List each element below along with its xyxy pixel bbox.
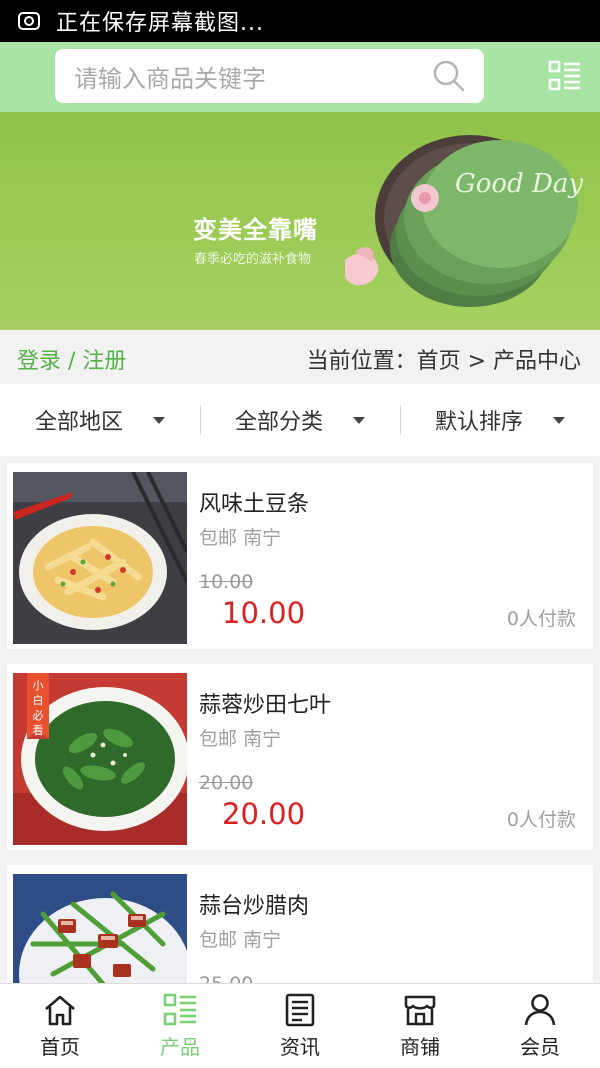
caret-down-icon: [553, 416, 565, 424]
tab-news-label: 资讯: [280, 1035, 320, 1059]
badge-char-4: 看: [33, 723, 44, 737]
tab-stores-label: 商铺: [400, 1035, 440, 1059]
product-meta: 包邮 南宁: [199, 929, 282, 951]
product-name[interactable]: 蒜台炒腊肉: [199, 888, 309, 920]
filter-category-label: 全部分类: [234, 410, 323, 435]
product-card[interactable]: 风味土豆条 包邮 南宁 10.00 10.00 0人付款: [7, 463, 593, 649]
location-bar: 登录 / 注册 当前位置：首页 > 产品中心: [0, 330, 600, 384]
tab-news[interactable]: 资讯: [240, 984, 360, 1068]
product-paid-count: 0人付款: [506, 809, 576, 831]
user-icon: [524, 994, 556, 1026]
banner-art-text: Good Day: [455, 169, 583, 199]
status-text: 正在保存屏幕截图...: [56, 11, 264, 36]
filter-region-label: 全部地区: [34, 410, 123, 435]
status-bar: 正在保存屏幕截图...: [0, 0, 600, 42]
product-price: 10.00: [222, 596, 306, 630]
filter-sort[interactable]: 默认排序: [400, 384, 600, 456]
login-register-link[interactable]: 登录 / 注册: [17, 343, 126, 375]
product-image: 小 白 必 看: [13, 673, 187, 845]
search-icon[interactable]: [432, 59, 466, 93]
grid-list-icon: [163, 993, 196, 1026]
banner-subtitle: 春季必吃的滋补食物: [194, 252, 312, 267]
product-paid-count: 0人付款: [506, 608, 576, 630]
product-name[interactable]: 蒜蓉炒田七叶: [199, 687, 331, 719]
filter-region[interactable]: 全部地区: [0, 384, 200, 456]
badge-char-1: 小: [33, 679, 44, 692]
store-icon: [404, 995, 436, 1026]
tab-products-label: 产品: [160, 1035, 200, 1059]
caret-down-icon: [353, 416, 365, 424]
badge-char-2: 白: [33, 693, 44, 707]
product-meta: 包邮 南宁: [199, 527, 282, 549]
product-card[interactable]: 小 白 必 看 蒜蓉炒田七叶 包邮 南宁 20.00 20.00 0人付款: [7, 664, 593, 850]
search-box[interactable]: 请输入商品关键字: [55, 49, 484, 103]
app-header: 请输入商品关键字: [0, 42, 600, 112]
tab-products[interactable]: 产品: [120, 984, 240, 1068]
product-image: [13, 472, 187, 644]
search-input[interactable]: 请输入商品关键字: [74, 59, 432, 94]
promo-banner[interactable]: Good Day 变美全靠嘴 春季必吃的滋补食物: [0, 112, 600, 330]
product-price: 20.00: [222, 797, 306, 831]
bottom-tab-bar: 首页 产品 资讯 商铺 会员: [0, 983, 600, 1068]
caret-down-icon: [153, 416, 165, 424]
category-menu-icon[interactable]: [548, 59, 582, 93]
filter-bar: 全部地区 全部分类 默认排序: [0, 384, 600, 456]
tab-member[interactable]: 会员: [480, 984, 600, 1068]
home-icon: [45, 995, 75, 1026]
news-icon: [285, 993, 315, 1027]
tab-stores[interactable]: 商铺: [360, 984, 480, 1068]
banner-title: 变美全靠嘴: [193, 216, 318, 244]
tab-home-label: 首页: [40, 1035, 80, 1059]
tab-home[interactable]: 首页: [0, 984, 120, 1068]
product-meta: 包邮 南宁: [199, 728, 282, 750]
product-old-price: 20.00: [199, 772, 254, 794]
filter-category[interactable]: 全部分类: [200, 384, 400, 456]
screenshot-icon: [18, 12, 40, 30]
product-name[interactable]: 风味土豆条: [199, 486, 309, 518]
badge-char-3: 必: [33, 709, 44, 722]
product-old-price: 10.00: [199, 571, 254, 593]
breadcrumb: 当前位置：首页 > 产品中心: [306, 349, 581, 374]
tab-member-label: 会员: [520, 1035, 560, 1059]
filter-sort-label: 默认排序: [434, 410, 523, 435]
